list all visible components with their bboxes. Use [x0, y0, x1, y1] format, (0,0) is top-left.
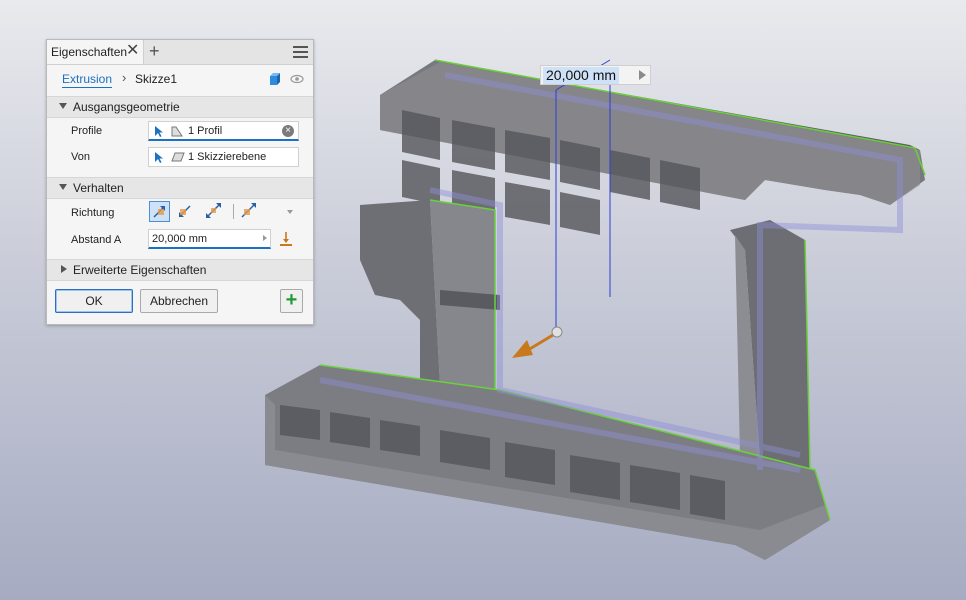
dimension-value[interactable]: 20,000 mm	[543, 66, 620, 84]
direction-divider	[233, 204, 234, 219]
from-selector[interactable]: 1 Skizzierebene	[148, 147, 299, 167]
select-cursor-icon	[155, 152, 163, 163]
dimension-input[interactable]: 20,000 mm	[540, 65, 651, 85]
chevron-down-icon[interactable]	[287, 210, 293, 214]
select-cursor-icon	[155, 126, 163, 137]
tab-properties-label: Eigenschaften	[51, 45, 128, 59]
left-web	[360, 199, 500, 395]
section-advanced[interactable]: Erweiterte Eigenschaften	[47, 259, 313, 281]
direction-default-icon	[153, 206, 165, 218]
direction-symmetric-button[interactable]	[204, 201, 225, 222]
right-web	[730, 220, 811, 471]
cancel-button[interactable]: Abbrechen	[140, 289, 218, 313]
from-value: 1 Skizzierebene	[188, 151, 267, 163]
direction-asymmetric-icon	[241, 203, 256, 218]
chevron-down-icon	[59, 103, 67, 109]
direction-flipped-button[interactable]	[176, 201, 197, 222]
distance-input[interactable]: 20,000 mm	[148, 229, 271, 249]
direction-flipped-icon	[179, 205, 191, 217]
plus-icon[interactable]: +	[149, 41, 160, 61]
breadcrumb: Extrusion › Skizze1	[47, 65, 313, 95]
distance-label: Abstand A	[71, 234, 122, 246]
breadcrumb-sketch: Skizze1	[135, 72, 178, 86]
close-icon[interactable]: ✕	[126, 42, 139, 60]
section-advanced-label: Erweiterte Eigenschaften	[73, 263, 207, 277]
properties-panel: Eigenschaften ✕ + Extrusion › Skizze1 Au…	[46, 39, 314, 325]
chevron-down-icon	[59, 184, 67, 190]
section-input-geometry-label: Ausgangsgeometrie	[73, 100, 180, 114]
chevron-right-icon[interactable]	[263, 235, 267, 241]
dimension-expand-icon[interactable]	[639, 70, 646, 80]
distance-value[interactable]: 20,000 mm	[152, 233, 207, 245]
section-behavior[interactable]: Verhalten	[47, 177, 313, 199]
breadcrumb-separator: ›	[122, 70, 127, 85]
profile-shape-icon	[171, 126, 183, 137]
extrude-direction-manipulator	[512, 326, 563, 358]
section-behavior-label: Verhalten	[73, 181, 124, 195]
plus-icon: +	[285, 289, 298, 311]
ok-button[interactable]: OK	[55, 289, 133, 313]
hamburger-menu-icon[interactable]	[293, 46, 308, 58]
profiles-selector[interactable]: 1 Profil ×	[148, 121, 299, 141]
panel-tabbar: Eigenschaften ✕ +	[47, 40, 313, 65]
breadcrumb-extrusion[interactable]: Extrusion	[62, 72, 113, 88]
direction-default-button[interactable]	[149, 201, 170, 222]
tab-properties[interactable]: Eigenschaften ✕	[47, 40, 144, 64]
clear-icon[interactable]: ×	[282, 125, 294, 137]
sketch-plane-icon	[171, 152, 185, 162]
cube-icon[interactable]	[268, 72, 282, 86]
apply-add-button[interactable]: +	[280, 289, 303, 313]
section-input-geometry[interactable]: Ausgangsgeometrie	[47, 96, 313, 118]
chevron-right-icon	[61, 265, 67, 273]
direction-asymmetric-button[interactable]	[239, 201, 260, 222]
from-label: Von	[71, 151, 90, 163]
eye-icon[interactable]	[290, 74, 304, 84]
to-surface-icon[interactable]	[279, 231, 293, 247]
profiles-label: Profile	[71, 125, 103, 137]
direction-label: Richtung	[71, 207, 115, 219]
direction-symmetric-icon	[206, 203, 221, 218]
profiles-value: 1 Profil	[188, 125, 223, 137]
